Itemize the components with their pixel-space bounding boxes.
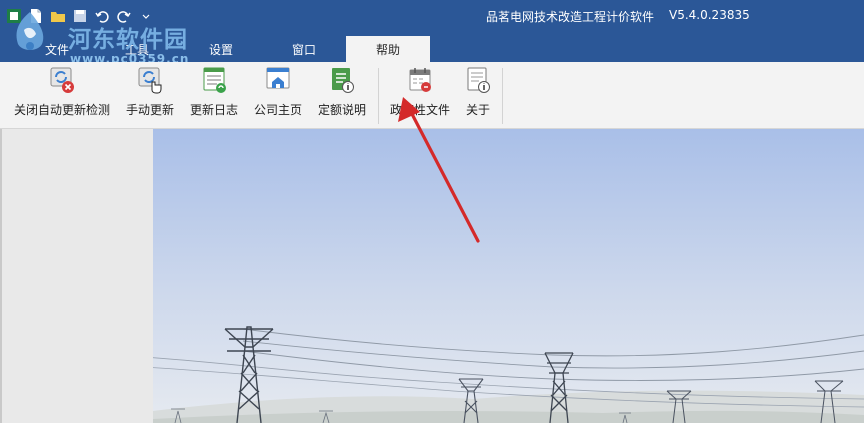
homepage-icon [266,67,290,89]
manual-update-button[interactable]: 手动更新 [122,64,178,124]
ribbon-end-separator [502,68,503,124]
manual-update-icon [138,67,162,94]
ribbon: 关闭自动更新检测 手动更新 更新日志 公司主页 定额说明 政策性文件 关于 [0,62,864,129]
left-navigation-pane[interactable] [2,129,153,423]
about-icon [467,67,490,93]
tab-help[interactable]: 帮助 [346,36,430,62]
quota-description-button[interactable]: 定额说明 [314,64,370,124]
tab-window[interactable]: 窗口 [274,36,334,62]
policy-doc-icon [409,68,431,92]
app-version: V5.4.0.23835 [669,8,750,22]
main-area-background-image [153,129,864,423]
disable-update-icon [50,67,74,93]
update-log-icon [203,67,226,93]
app-title: 品茗电网技术改造工程计价软件 [486,10,655,24]
about-button[interactable]: 关于 [460,64,496,124]
watermark: 河东软件园 www.pc0359.cn [4,8,214,66]
title-bar: 品茗电网技术改造工程计价软件 V5.4.0.23835 文件 工具 设置 窗口 … [0,0,864,66]
disable-auto-update-button[interactable]: 关闭自动更新检测 [10,64,114,124]
ribbon-separator [378,68,379,124]
company-homepage-button[interactable]: 公司主页 [250,64,306,124]
quota-info-icon [332,68,354,93]
update-log-button[interactable]: 更新日志 [186,64,242,124]
watermark-logo-icon [16,12,44,50]
policy-documents-button[interactable]: 政策性文件 [386,64,454,124]
watermark-text: 河东软件园 [68,26,188,53]
